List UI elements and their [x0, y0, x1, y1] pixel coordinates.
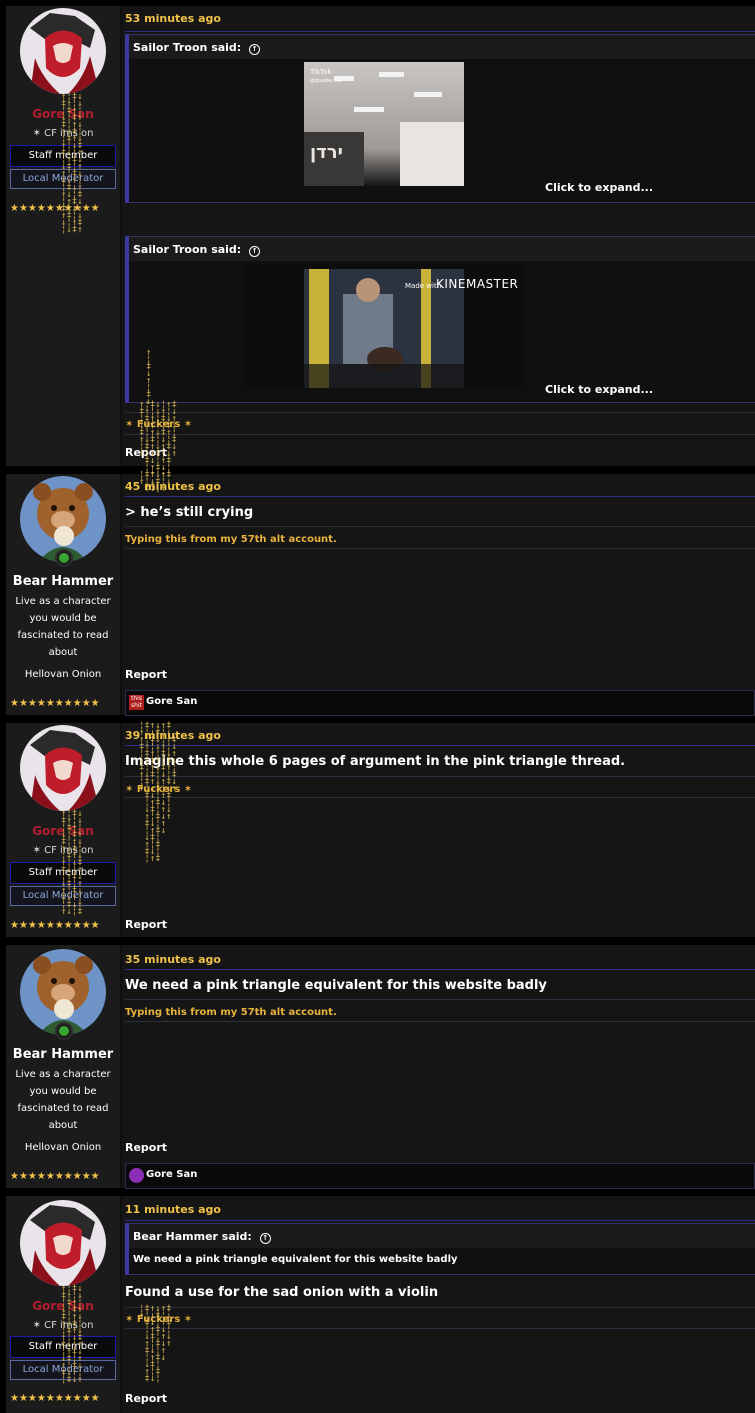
username[interactable]: Bear Hammer — [6, 1047, 120, 1062]
report-link[interactable]: Report — [125, 1141, 167, 1154]
rating-stars: ★★★★★★★★★★ — [10, 920, 100, 931]
click-to-expand[interactable]: Click to expand... — [545, 383, 653, 396]
quote-header[interactable]: Bear Hammer said: ↑ — [129, 1224, 755, 1248]
divider — [125, 1220, 755, 1221]
glitch-decoration: ¦‡↑↓↑‡ ↑¦↓‡¦↓ ‡↓¦↑‡ ¦↑‡↓¦ ↓‡¦↑↓ ↑¦‡↓↑ ‡↓… — [139, 1304, 172, 1384]
svg-text:@goalbe.hr1: @goalbe.hr1 — [310, 78, 342, 84]
divider — [120, 945, 122, 1188]
post-body: Imagine this whole 6 pages of argument i… — [125, 754, 626, 769]
post: Bear Hammer Live as a character you woul… — [6, 470, 755, 716]
post: Gore San ✶ CF ims on Staff member Local … — [6, 721, 755, 937]
online-status-icon — [55, 1022, 73, 1040]
glitch-decoration: ¦‡↑↓↑‡ ↑¦↓‡¦↓ ‡↓¦↑ — [139, 470, 172, 494]
reaction-bar[interactable]: this shit Gore San — [125, 690, 755, 716]
divider — [125, 434, 755, 435]
rating-stars: ★★★★★★★★★★ — [10, 1393, 100, 1404]
post-timestamp[interactable]: 53 minutes ago — [125, 12, 221, 25]
arrow-up-circle-icon[interactable]: ↑ — [249, 246, 261, 257]
quote-block: Bear Hammer said: ↑ We need a pink trian… — [125, 1223, 755, 1275]
user-panel: Bear Hammer Live as a character you woul… — [6, 474, 120, 715]
avatar[interactable] — [20, 725, 106, 811]
rating-stars: ★★★★★★★★★★ — [10, 203, 100, 214]
arrow-up-circle-icon[interactable]: ↑ — [249, 44, 261, 55]
divider — [125, 548, 755, 549]
glitch-decoration: ↑¦‡↓ ‡↑¦↓ ¦‡↑¦ ↓¦‡↑ ‡¦↑↓ ↑↓‡¦ ¦‡↑↓ ↑¦↓‡ … — [61, 92, 83, 235]
avatar[interactable] — [20, 1200, 106, 1286]
divider — [125, 31, 755, 32]
avatar[interactable] — [20, 8, 106, 94]
quote-block: Sailor Troon said: ↑ ירדן TikTok @goalbe… — [125, 34, 755, 203]
divider — [125, 412, 755, 413]
user-title: Live as a character you would be fascina… — [15, 596, 111, 658]
user-panel: Bear Hammer Live as a character you woul… — [6, 945, 120, 1188]
divider — [125, 745, 755, 746]
quote-header[interactable]: Sailor Troon said: ↑ — [129, 237, 755, 261]
post: Gore San ✶ CF ims on Staff member Local … — [6, 6, 755, 487]
divider — [125, 797, 755, 798]
divider — [125, 1307, 755, 1308]
glitch-decoration: ↑ ¦ ‡ ↓ ↑ ¦ ‡ ↓ — [146, 348, 152, 407]
divider — [125, 999, 755, 1000]
user-title: Live as a character you would be fascina… — [15, 1069, 111, 1131]
divider — [125, 1021, 755, 1022]
user-panel: Gore San ✶ CF ims on Staff member Local … — [6, 1196, 120, 1413]
user-rank: Hellovan Onion — [24, 1142, 102, 1153]
post-timestamp[interactable]: 11 minutes ago — [125, 1203, 221, 1216]
signature: Typing this from my 57th alt account. — [125, 534, 337, 545]
post-content: 35 minutes ago We need a pink triangle e… — [124, 945, 755, 1189]
user-panel: Gore San ✶ CF ims on Staff member Local … — [6, 6, 120, 466]
signature: Typing this from my 57th alt account. — [125, 1007, 337, 1018]
post: Gore San ✶ CF ims on Staff member Local … — [6, 1196, 755, 1413]
svg-text:KINEMASTER: KINEMASTER — [436, 277, 518, 291]
divider — [125, 776, 755, 777]
quote-header[interactable]: Sailor Troon said: ↑ — [129, 35, 755, 59]
glitch-decoration: ¦‡↑↓↑‡ ↑¦↓‡¦↓ ↑¦‡↓¦↑‡ ‡↑¦↓↑¦↓ ¦‡↑¦‡↓↑ ↓¦… — [139, 721, 177, 864]
reaction-bar[interactable]: Gore San — [125, 1163, 755, 1189]
reacted-by[interactable]: Gore San — [146, 1169, 197, 1180]
divider — [120, 1196, 122, 1413]
divider — [120, 723, 122, 937]
report-link[interactable]: Report — [125, 918, 167, 931]
divider — [125, 526, 755, 527]
embedded-video-thumbnail[interactable]: Made with KINEMASTER — [243, 264, 525, 388]
embedded-video-thumbnail[interactable]: ירדן TikTok @goalbe.hr1 — [304, 62, 464, 186]
rating-stars: ★★★★★★★★★★ — [10, 1171, 100, 1182]
quote-text: We need a pink triangle equivalent for t… — [133, 1254, 458, 1265]
post: Bear Hammer Live as a character you woul… — [6, 945, 755, 1189]
quote-block: Sailor Troon said: ↑ Made with KINEMASTE… — [125, 236, 755, 403]
reaction-icon: this shit — [129, 695, 144, 710]
post-body: We need a pink triangle equivalent for t… — [125, 978, 547, 993]
report-link[interactable]: Report — [125, 668, 167, 681]
arrow-up-circle-icon[interactable]: ↑ — [259, 1233, 271, 1244]
post-body: > he’s still crying — [125, 505, 254, 520]
divider — [120, 6, 122, 466]
click-to-expand[interactable]: Click to expand... — [545, 181, 653, 194]
post-body: Found a use for the sad onion with a vio… — [125, 1285, 439, 1300]
online-status-icon — [55, 549, 73, 567]
reaction-icon — [129, 1168, 144, 1183]
divider — [125, 1328, 755, 1329]
post-content: 53 minutes ago Sailor Troon said: ↑ ירדן — [124, 6, 755, 487]
svg-text:ירדן: ירדן — [310, 142, 343, 163]
user-panel: Gore San ✶ CF ims on Staff member Local … — [6, 723, 120, 937]
glitch-decoration: ↑¦‡↓ ‡↑¦↓ ¦‡↑¦ ↓¦‡↑ ‡¦↑↓ ↑↓‡¦ ¦‡↑↓ ↑¦↓‡ … — [61, 1284, 83, 1385]
post-content: 11 minutes ago Bear Hammer said: ↑ We ne… — [124, 1196, 755, 1413]
glitch-decoration: ↑¦‡↓ ‡↑¦↓ ¦‡↑¦ ↓¦‡↑ ‡¦↑↓ ↑↓‡¦ ¦‡↑↓ ↑¦↓‡ … — [61, 809, 83, 917]
divider — [125, 496, 755, 497]
post-content: 39 minutes ago Imagine this whole 6 page… — [124, 721, 755, 937]
post-content: 45 minutes ago > he’s still crying Typin… — [124, 470, 755, 716]
divider — [120, 474, 122, 715]
username[interactable]: Bear Hammer — [6, 574, 120, 589]
report-link[interactable]: Report — [125, 1392, 167, 1405]
divider — [125, 969, 755, 970]
reacted-by[interactable]: Gore San — [146, 696, 197, 707]
rating-stars: ★★★★★★★★★★ — [10, 698, 100, 709]
post-timestamp[interactable]: 35 minutes ago — [125, 953, 221, 966]
svg-text:TikTok: TikTok — [309, 68, 332, 76]
user-rank: Hellovan Onion — [24, 669, 102, 680]
